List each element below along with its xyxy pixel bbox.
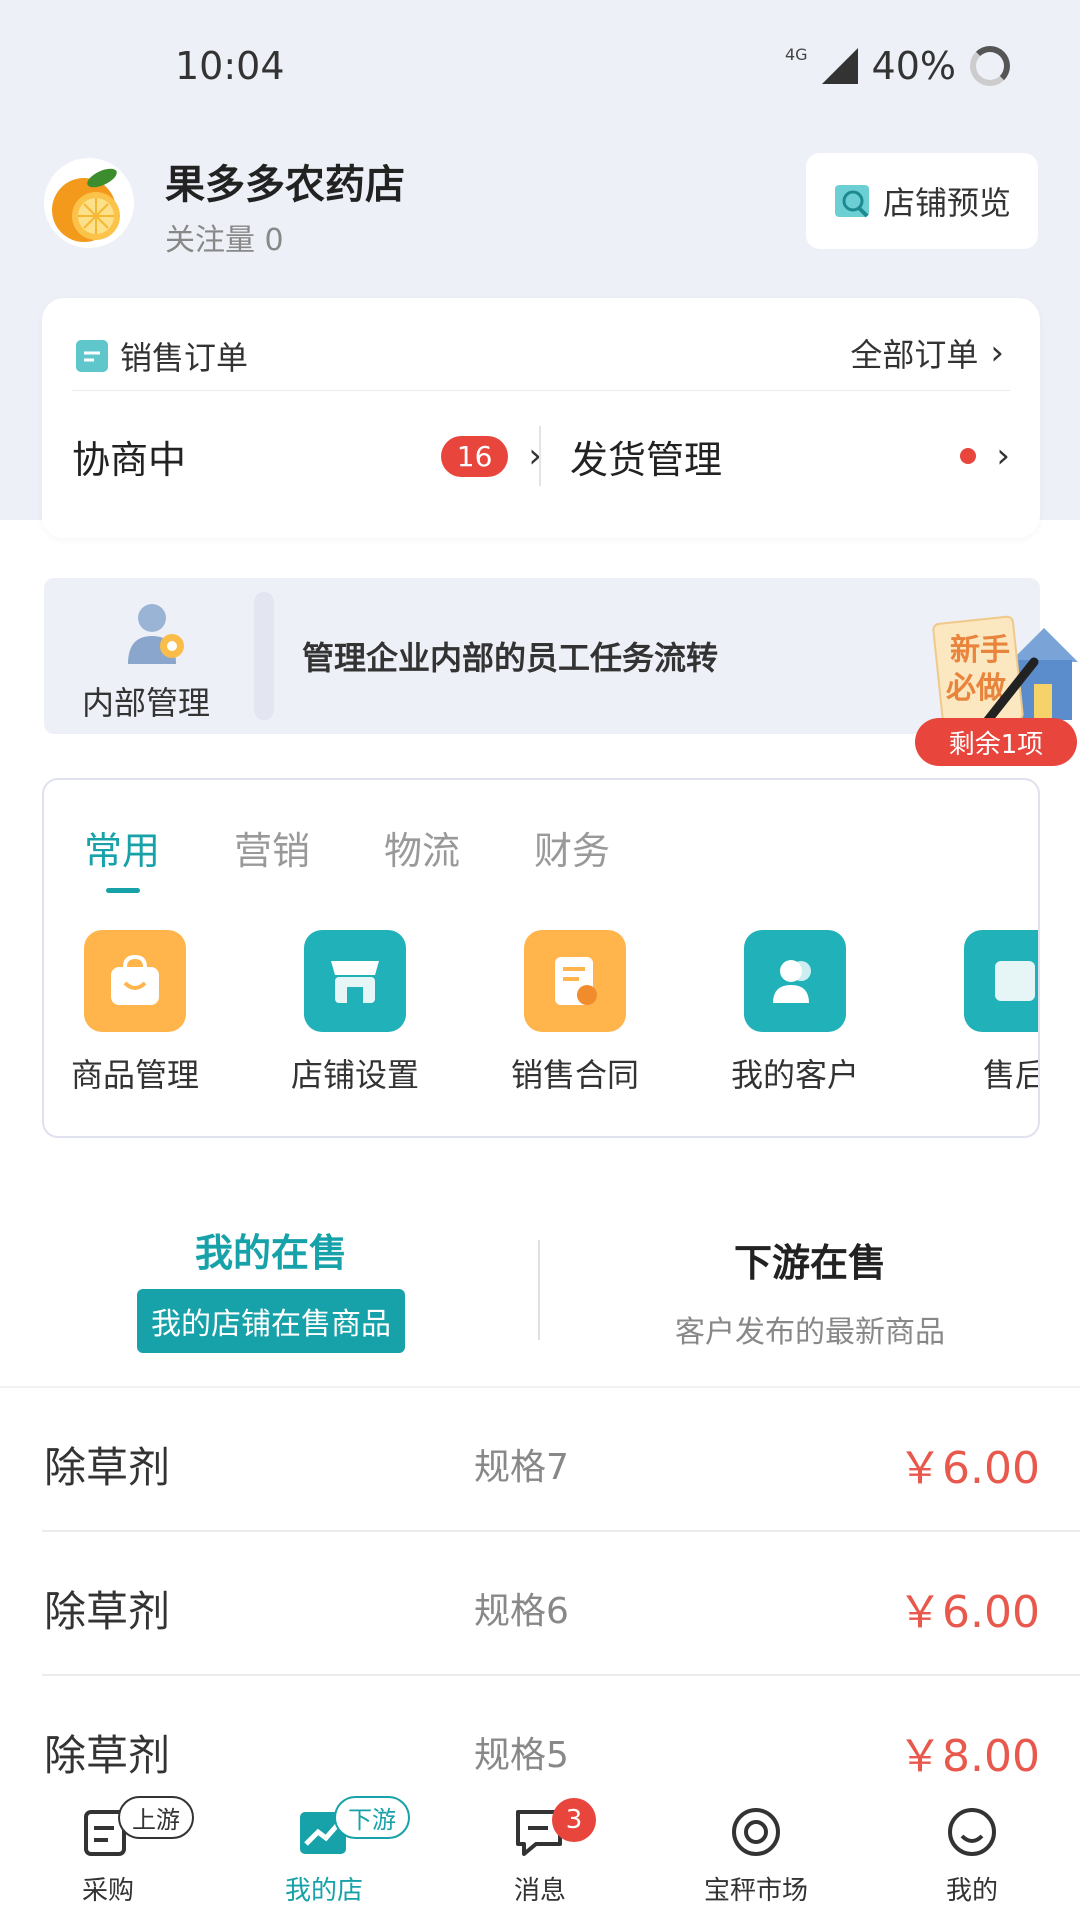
status-time: 10:04 (175, 44, 285, 88)
shop-name: 果多多农药店 (165, 162, 405, 208)
internal-management-banner[interactable]: 内部管理 管理企业内部的员工任务流转 (44, 578, 1040, 734)
nav-label: 我的 (945, 1876, 998, 1906)
nav-my-store[interactable]: 我的店 下游 (216, 1790, 432, 1920)
product-price: ￥6.00 (898, 1587, 1040, 1638)
sales-order-title: 销售订单 (120, 339, 249, 377)
my-on-sale-title: 我的在售 (194, 1231, 347, 1275)
nav-label: 宝秤市场 (703, 1876, 808, 1906)
downstream-on-sale-title: 下游在售 (733, 1241, 886, 1285)
tab-marketing[interactable]: 营销 (234, 820, 310, 875)
network-type: 4G (784, 44, 808, 64)
profile-smile-icon (948, 1808, 996, 1856)
tools-grid: 商品管理 店铺设置 销售合同 我的客户 售后 (71, 930, 1038, 1096)
tools-tabs: 常用 营销 物流 财务 (84, 820, 610, 893)
negotiating-label: 协商中 (72, 437, 187, 482)
product-price: ￥8.00 (898, 1731, 1040, 1782)
divider (538, 1240, 540, 1340)
newbie-line2: 必做 (946, 671, 1006, 706)
product-name: 除草剂 (44, 1443, 171, 1492)
product-spec: 规格7 (474, 1447, 569, 1488)
status-indicators: 4G 40% (785, 44, 1010, 88)
product-name: 除草剂 (44, 1731, 171, 1780)
divider (539, 426, 541, 486)
chevron-right-icon: › (996, 436, 1010, 476)
my-on-sale-tab[interactable]: 我的在售 我的店铺在售商品 (122, 1222, 420, 1353)
aftersale-icon (964, 930, 1038, 1032)
remaining-tasks-badge[interactable]: 剩余1项 (915, 718, 1077, 766)
product-spec: 规格5 (474, 1735, 569, 1776)
tool-after-sales[interactable]: 售后 (964, 930, 1038, 1096)
shop-preview-label: 店铺预览 (882, 184, 1011, 222)
orange-logo-icon (52, 168, 120, 242)
store-icon (304, 930, 406, 1032)
market-icon (732, 1808, 780, 1856)
product-row[interactable]: 除草剂 规格7 ￥6.00 (42, 1388, 1080, 1532)
tab-common[interactable]: 常用 (84, 820, 160, 893)
nav-profile[interactable]: 我的 (864, 1790, 1080, 1920)
tools-card: 常用 营销 物流 财务 商品管理 店铺设置 销售合同 我的客户 售 (42, 778, 1040, 1138)
shipping-label: 发货管理 (570, 437, 723, 482)
preview-icon (834, 185, 869, 218)
nav-label: 采购 (81, 1876, 134, 1906)
divider (72, 390, 1010, 391)
product-spec: 规格6 (474, 1591, 569, 1632)
internal-management-label: 内部管理 (82, 684, 211, 722)
tab-logistics[interactable]: 物流 (384, 820, 460, 875)
nav-purchase[interactable]: 采购 上游 (0, 1790, 216, 1920)
tab-finance[interactable]: 财务 (534, 820, 610, 875)
tab-underline (106, 888, 140, 893)
shop-preview-button[interactable]: 店铺预览 (806, 153, 1038, 249)
downstream-tag: 下游 (334, 1796, 410, 1839)
product-price: ￥6.00 (898, 1443, 1040, 1494)
order-icon (76, 340, 108, 372)
chevron-right-icon: › (990, 333, 1004, 373)
contract-icon (524, 930, 626, 1032)
all-orders-label: 全部订单 (850, 336, 979, 374)
tool-my-customers[interactable]: 我的客户 (731, 930, 859, 1096)
negotiating-orders[interactable]: 协商中 16 › (72, 416, 542, 496)
message-count-badge: 3 (552, 1798, 596, 1842)
tool-label: 售后 (982, 1056, 1038, 1094)
bottom-navigation: 采购 上游 我的店 下游 消息 3 宝秤市场 我的 (0, 1790, 1080, 1920)
newbie-line1: 新手 (950, 633, 1010, 668)
sales-order-header: 销售订单 (76, 333, 248, 379)
tool-store-settings[interactable]: 店铺设置 (291, 930, 419, 1096)
tool-label: 商品管理 (71, 1056, 200, 1094)
shipping-management[interactable]: 发货管理 › (570, 416, 1010, 496)
shop-avatar[interactable] (44, 158, 134, 248)
my-on-sale-tag: 我的店铺在售商品 (137, 1289, 405, 1353)
follow-count: 关注量 0 (165, 223, 284, 258)
nav-label: 我的店 (284, 1876, 363, 1906)
notification-dot (960, 448, 977, 464)
nav-market[interactable]: 宝秤市场 (648, 1790, 864, 1920)
status-bar: 10:04 4G 40% (0, 0, 1080, 130)
customers-icon (744, 930, 846, 1032)
nav-label: 消息 (513, 1876, 566, 1906)
downstream-on-sale-tab[interactable]: 下游在售 客户发布的最新商品 (620, 1232, 1000, 1351)
tool-sales-contract[interactable]: 销售合同 (511, 930, 639, 1096)
sales-order-card: 销售订单 全部订单 › 协商中 16 › 发货管理 › (42, 298, 1040, 538)
signal-icon (821, 48, 858, 84)
tool-product-management[interactable]: 商品管理 (71, 930, 199, 1096)
internal-management-description: 管理企业内部的员工任务流转 (302, 639, 719, 677)
downstream-on-sale-subtitle: 客户发布的最新商品 (675, 1315, 945, 1350)
divider (254, 592, 274, 720)
battery-level: 40% (871, 44, 956, 88)
internal-management-icon (122, 598, 194, 670)
tool-label: 店铺设置 (291, 1056, 420, 1094)
negotiating-count-badge: 16 (440, 435, 509, 477)
upstream-tag: 上游 (118, 1796, 194, 1839)
bag-icon (84, 930, 186, 1032)
battery-icon (970, 46, 1010, 86)
nav-messages[interactable]: 消息 3 (432, 1790, 648, 1920)
product-name: 除草剂 (44, 1587, 171, 1636)
tool-label: 我的客户 (731, 1056, 860, 1094)
product-row[interactable]: 除草剂 规格6 ￥6.00 (42, 1532, 1080, 1676)
tool-label: 销售合同 (511, 1056, 640, 1094)
all-orders-link[interactable]: 全部订单 › (850, 330, 1004, 376)
